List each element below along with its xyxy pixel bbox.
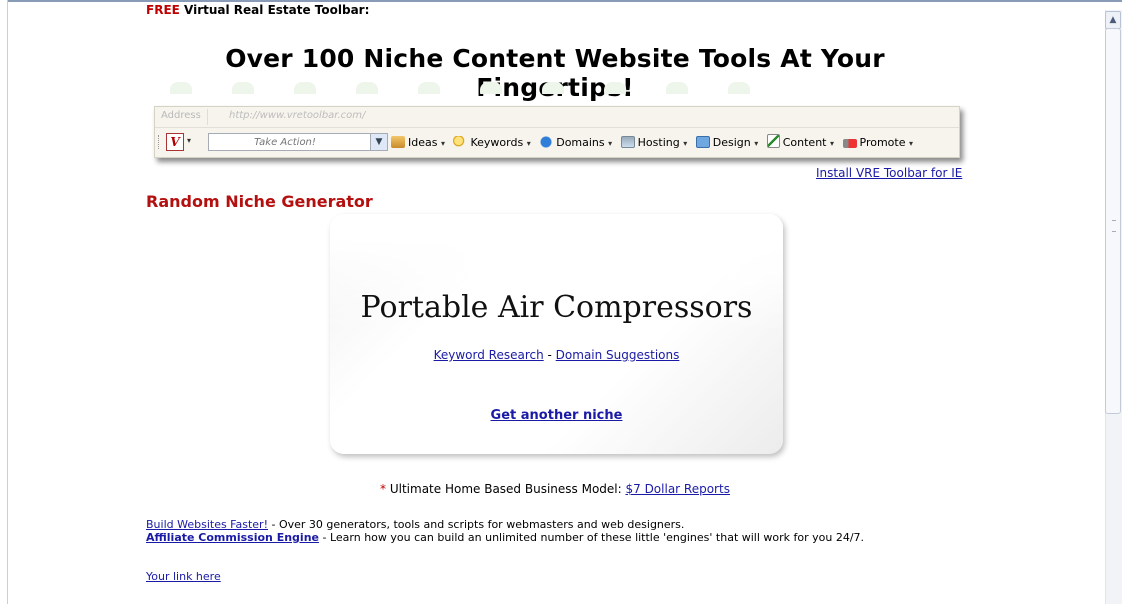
toolbar-grip-icon [158, 135, 161, 149]
build-websites-link[interactable]: Build Websites Faster! [146, 518, 268, 531]
promo-heading-text: Virtual Real Estate Toolbar: [179, 3, 370, 17]
affiliate-engine-link[interactable]: Affiliate Commission Engine [146, 531, 319, 544]
menu-ideas: Ideas ▾ [391, 136, 445, 149]
address-url: http://www.vretoolbar.com/ [229, 110, 366, 121]
menu-domains: Domains ▾ [539, 136, 612, 149]
link-separator: - [543, 348, 556, 362]
menu-promote: Promote ▾ [842, 136, 913, 149]
menu-design: Design ▾ [695, 136, 758, 149]
magnifier-icon [453, 136, 468, 148]
dollar-reports-link[interactable]: $7 Dollar Reports [625, 482, 729, 496]
address-label: Address [161, 110, 201, 121]
window-left-edge [0, 0, 8, 604]
free-label: FREE [146, 3, 180, 17]
megaphone-icon [842, 139, 857, 148]
logo-dropdown-icon: ▾ [187, 136, 192, 145]
promo-text: Ultimate Home Based Business Model: [386, 482, 626, 496]
globe-icon [539, 136, 554, 148]
your-link-here[interactable]: Your link here [146, 570, 221, 583]
affiliate-engine-desc: - Learn how you can build an unlimited n… [318, 531, 865, 544]
scroll-up-arrow-icon[interactable]: ▲ [1105, 11, 1121, 29]
address-bar: Address http://www.vretoolbar.com/ [155, 107, 959, 128]
menu-content: Content ▾ [766, 134, 834, 149]
niche-name: Portable Air Compressors [360, 290, 753, 325]
toolbar-screenshot: Address http://www.vretoolbar.com/ V ▾ ▼… [154, 106, 960, 158]
menu-hosting: Hosting ▾ [620, 136, 687, 149]
footer-links: Build Websites Faster! - Over 30 generat… [146, 518, 864, 544]
server-icon [620, 136, 635, 148]
scrollbar-grip-icon [1112, 220, 1116, 232]
keyword-research-link[interactable]: Keyword Research [434, 348, 544, 362]
address-divider [207, 109, 208, 125]
toolbar-row: V ▾ ▼ Ideas ▾ Keywords ▾ Domains ▾ Hosti… [155, 129, 959, 157]
get-another-niche-link[interactable]: Get another niche [491, 408, 623, 423]
list-item: Affiliate Commission Engine - Learn how … [146, 531, 864, 544]
another-niche-row: Get another niche [330, 408, 783, 423]
faded-icon-row [170, 82, 950, 94]
menu-keywords: Keywords ▾ [453, 136, 531, 149]
list-item: Build Websites Faster! - Over 30 generat… [146, 518, 864, 531]
toolbar-promo-heading: FREE Virtual Real Estate Toolbar: [146, 3, 369, 17]
document-pen-icon [766, 134, 780, 148]
ideas-icon [391, 136, 405, 148]
niche-card: Portable Air Compressors Keyword Researc… [330, 214, 783, 454]
domain-suggestions-link[interactable]: Domain Suggestions [556, 348, 680, 362]
take-action-select: ▼ [208, 133, 388, 151]
section-title: Random Niche Generator [146, 192, 373, 211]
vre-logo-icon: V [166, 133, 184, 151]
toolbar-menus: Ideas ▾ Keywords ▾ Domains ▾ Hosting ▾ D… [391, 134, 918, 149]
window-top-border [0, 0, 1122, 2]
promo-line: * Ultimate Home Based Business Model: $7… [146, 482, 964, 496]
install-toolbar-link[interactable]: Install VRE Toolbar for IE [816, 166, 962, 180]
take-action-input [209, 135, 361, 150]
research-links: Keyword Research - Domain Suggestions [330, 348, 783, 362]
build-websites-desc: - Over 30 generators, tools and scripts … [268, 518, 685, 531]
window-icon [695, 136, 710, 148]
chevron-down-icon: ▼ [370, 134, 387, 150]
